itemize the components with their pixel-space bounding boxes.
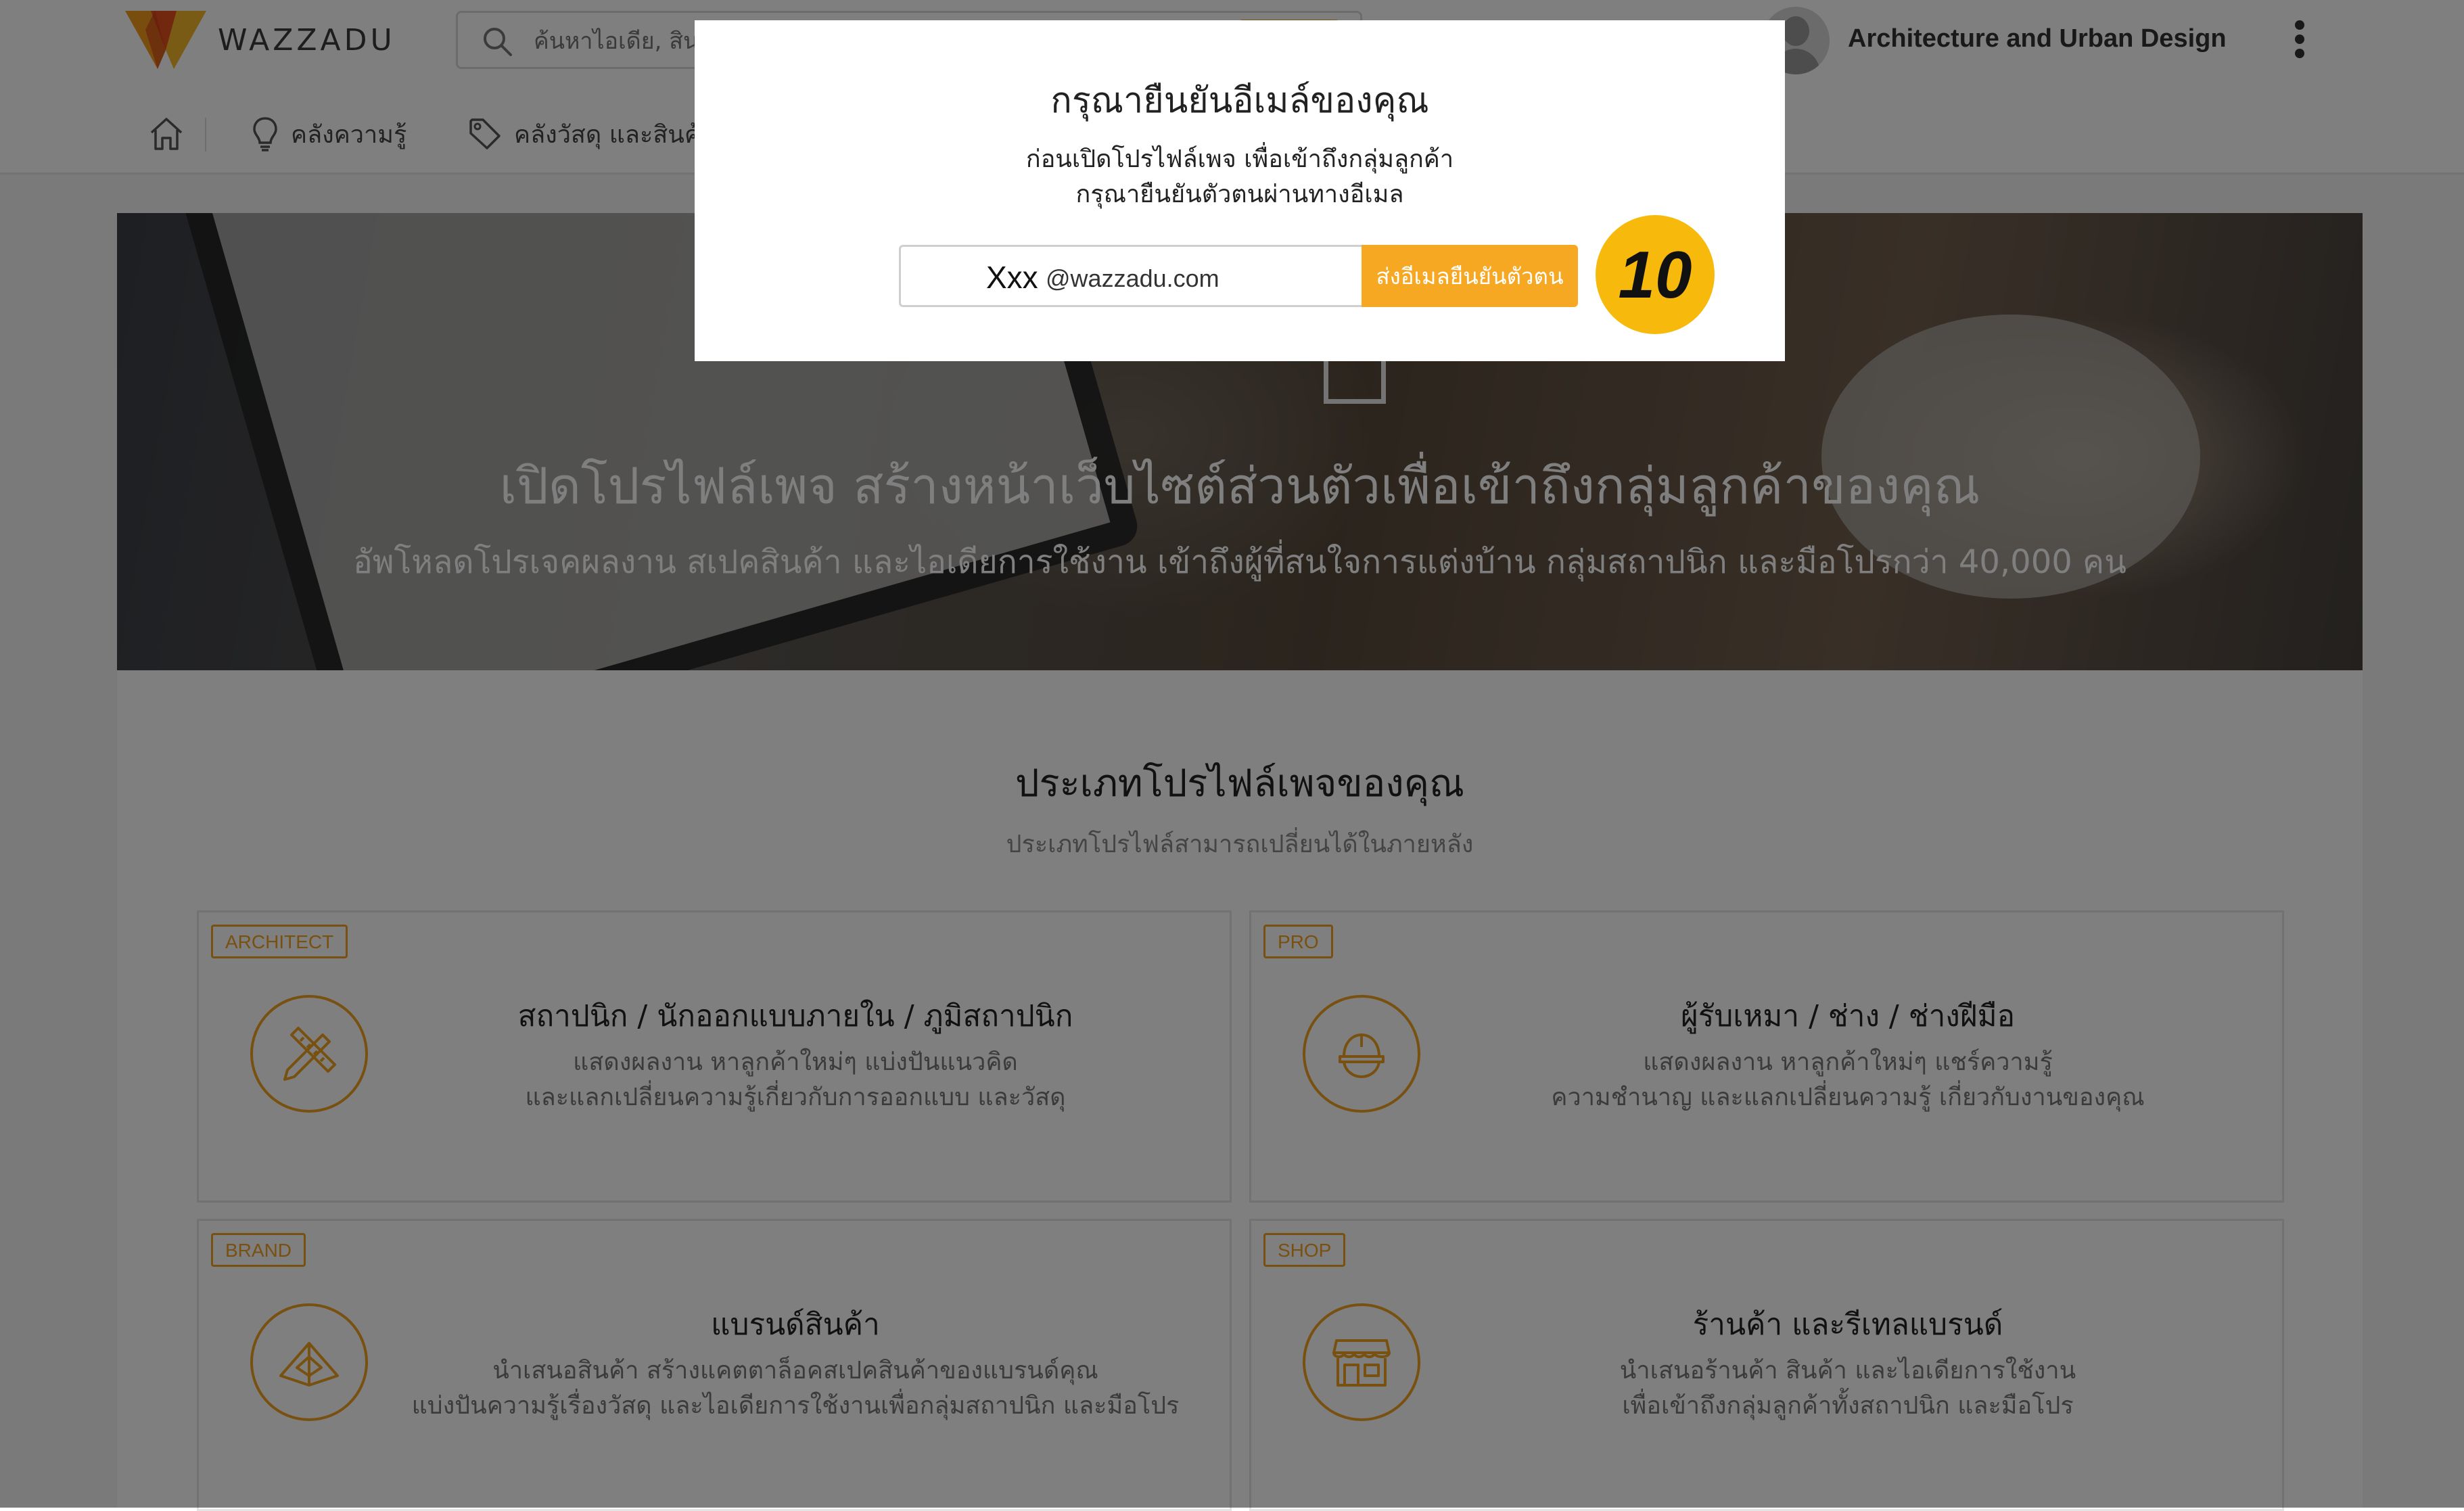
email-user-text: Xxx bbox=[986, 260, 1038, 295]
step-number-badge: 10 bbox=[1596, 215, 1715, 334]
email-verification-modal: กรุณายืนยันอีเมล์ของคุณ ก่อนเปิดโปรไฟล์เ… bbox=[695, 20, 1785, 361]
email-field[interactable]: Xxx @wazzadu.com bbox=[899, 245, 1362, 307]
modal-message-line: ก่อนเปิดโปรไฟล์เพจ เพื่อเข้าถึงกลุ่มลูกค… bbox=[1025, 145, 1454, 173]
modal-title: กรุณายืนยันอีเมล์ของคุณ bbox=[1050, 80, 1429, 121]
send-verification-button[interactable]: ส่งอีเมลยืนยันตัวตน bbox=[1362, 245, 1578, 307]
email-domain-text: @wazzadu.com bbox=[1046, 264, 1219, 292]
modal-message-line: กรุณายืนยันตัวตนผ่านทางอีเมล bbox=[1075, 181, 1404, 208]
